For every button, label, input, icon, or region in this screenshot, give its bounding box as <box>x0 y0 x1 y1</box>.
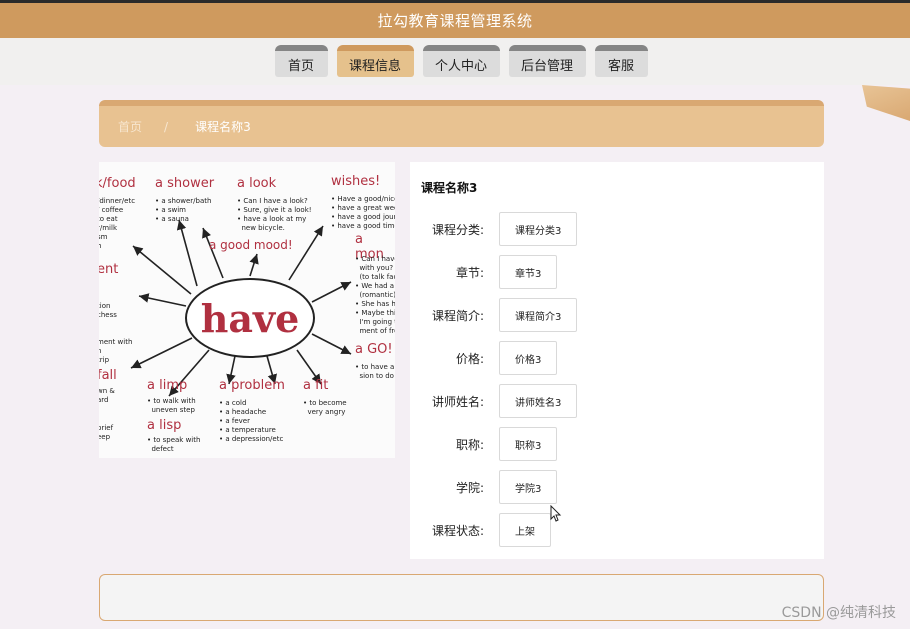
main-nav: 首页 课程信息 个人中心 后台管理 客服 <box>0 38 910 85</box>
img-heading-go: a GO! <box>355 342 393 357</box>
img-heading-food: k/food <box>99 176 136 191</box>
field-title-rank-value: 职称3 <box>499 427 558 461</box>
field-chapter-value: 章节3 <box>499 255 558 289</box>
img-heading-ent: ent <box>99 262 119 277</box>
field-status-label: 课程状态: <box>431 523 484 538</box>
img-heading-problem: a problem <box>219 378 285 393</box>
img-note-fit: • to become very angry <box>303 399 347 416</box>
course-title: 课程名称3 <box>421 181 478 195</box>
img-note-left-mid: ment with n trip <box>99 338 133 364</box>
have-word: have <box>200 295 300 341</box>
nav-home[interactable]: 首页 <box>274 45 328 77</box>
field-intro-label: 课程简介: <box>431 308 484 323</box>
img-note-limp: • to walk with uneven step <box>147 397 196 414</box>
img-note-wishes: • Have a good/nice • have a great wee • … <box>331 195 395 230</box>
field-price-value: 价格3 <box>499 341 558 375</box>
img-heading-wishes: wishes! <box>331 174 381 189</box>
img-note-look: • Can I have a look? • Sure, give it a l… <box>237 197 312 232</box>
img-heading-fall: fall <box>99 368 117 383</box>
field-intro: 课程简介: 课程简介3 <box>410 298 578 332</box>
img-note-lisp: • to speak with defect <box>147 436 201 453</box>
field-teacher-value: 讲师姓名3 <box>499 384 578 418</box>
img-heading-lisp: a lisp <box>147 418 182 433</box>
nav-course-info[interactable]: 课程信息 <box>336 45 414 77</box>
field-status: 课程状态: 上架 <box>410 513 551 547</box>
img-note-shower: • a shower/bath • a swim • a sauna <box>155 197 212 223</box>
breadcrumb-current: 课程名称3 <box>195 120 251 134</box>
field-intro-value: 课程简介3 <box>499 298 578 332</box>
img-heading-fit: a fit <box>303 378 329 393</box>
breadcrumb-separator: / <box>164 119 169 134</box>
nav-backend-admin[interactable]: 后台管理 <box>508 45 586 77</box>
field-college-value: 学院3 <box>499 470 558 504</box>
nav-personal-center-label: 个人中心 <box>434 58 487 74</box>
nav-home-label: 首页 <box>287 58 314 74</box>
img-note-fall: wn & ard <box>99 387 115 404</box>
img-note-food: /dinner/etc / coffee to eat r/milk sm h <box>99 197 136 250</box>
have-oval: have <box>185 278 315 358</box>
app-header: 拉勾教育课程管理系统 <box>0 3 910 38</box>
course-image: k/food a shower a look wishes! a good mo… <box>99 162 395 458</box>
field-category-value: 课程分类3 <box>499 212 578 246</box>
watermark: CSDN @纯清科技 <box>781 605 896 621</box>
img-heading-mood: a good mood! <box>209 238 293 252</box>
nav-personal-center[interactable]: 个人中心 <box>422 45 500 77</box>
img-heading-shower: a shower <box>155 176 215 191</box>
field-teacher: 讲师姓名: 讲师姓名3 <box>410 384 578 418</box>
img-heading-limp: a limp <box>147 378 188 393</box>
field-price-label: 价格: <box>455 351 484 366</box>
app-title: 拉勾教育课程管理系统 <box>377 12 533 30</box>
course-detail-panel: 课程名称3 课程分类: 课程分类3 章节: 章节3 课程简介: 课程简介3 价格… <box>410 162 824 559</box>
img-note-left-bottom: brief eep <box>99 424 114 441</box>
field-category-label: 课程分类: <box>431 222 484 237</box>
bottom-content-box <box>99 574 824 621</box>
field-category: 课程分类: 课程分类3 <box>410 212 578 246</box>
field-teacher-label: 讲师姓名: <box>431 394 484 409</box>
img-note-go: • to have a p sion to do s <box>355 363 395 380</box>
field-college-label: 学院: <box>455 480 484 495</box>
field-title-rank-label: 职称: <box>455 437 484 452</box>
breadcrumb-home[interactable]: 首页 <box>118 118 142 135</box>
img-heading-look: a look <box>237 176 277 191</box>
nav-course-info-label: 课程信息 <box>348 58 401 74</box>
field-college: 学院: 学院3 <box>410 470 558 504</box>
breadcrumb: 首页 / 课程名称3 <box>99 100 824 147</box>
nav-customer-service-label: 客服 <box>607 58 634 74</box>
mouse-cursor-icon <box>550 505 562 522</box>
field-title-rank: 职称: 职称3 <box>410 427 558 461</box>
corner-decoration <box>862 85 910 121</box>
img-note-mon: • Can I have with you? (to talk face • W… <box>355 255 395 335</box>
img-note-problem: • a cold • a headache • a fever • a temp… <box>219 399 284 443</box>
nav-backend-admin-label: 后台管理 <box>520 58 573 74</box>
field-chapter: 章节: 章节3 <box>410 255 558 289</box>
img-note-ent: tion chess <box>99 302 117 319</box>
field-status-value: 上架 <box>499 513 551 547</box>
nav-customer-service[interactable]: 客服 <box>594 45 648 77</box>
field-chapter-label: 章节: <box>455 265 484 280</box>
field-price: 价格: 价格3 <box>410 341 558 375</box>
